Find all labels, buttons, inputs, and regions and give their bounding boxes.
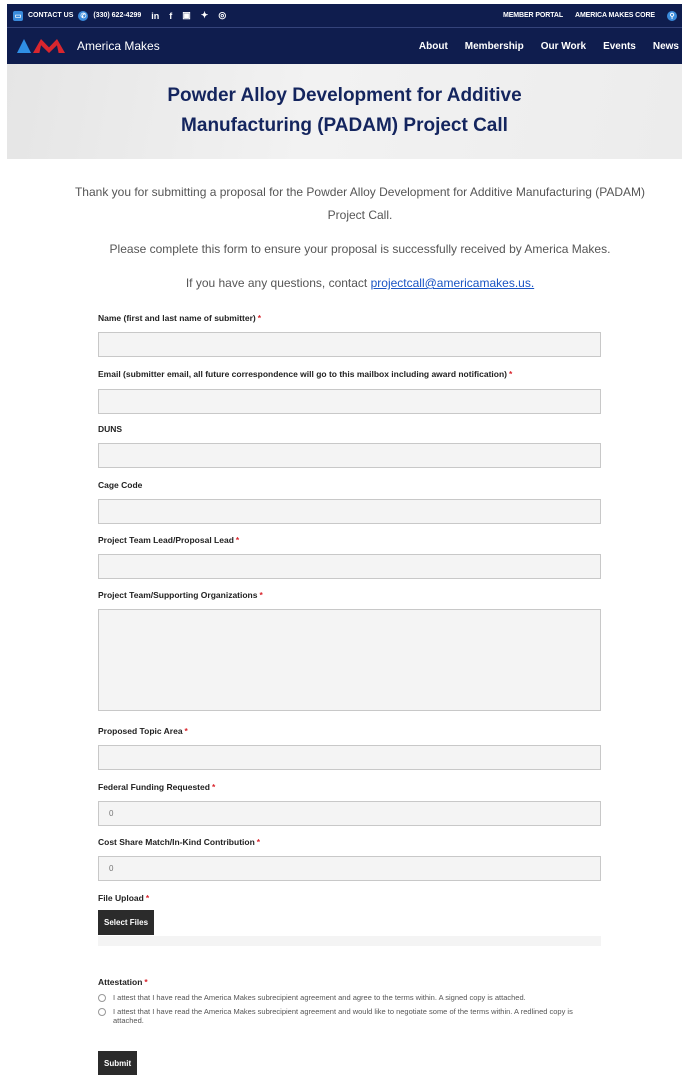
cage-code-field[interactable] [98,499,601,524]
name-field[interactable] [98,332,601,357]
project-lead-field[interactable] [98,554,601,579]
proposal-form: Name (first and last name of submitter) *… [98,312,601,1075]
supporting-orgs-label: Project Team/Supporting Organizations * [98,590,263,600]
email-label: Email (submitter email, all future corre… [98,369,513,379]
select-files-button[interactable]: Select Files [98,910,155,935]
logo[interactable]: America Makes [7,39,160,53]
contact-email-link[interactable]: projectcall@americamakes.us. [371,276,535,290]
intro-contact: If you have any questions, contact proje… [185,276,535,290]
attest-option-agree[interactable]: I attest that I have read the America Ma… [98,993,601,1002]
page-title: Powder Alloy Development for Additive Ma… [167,85,522,136]
main-navigation: America Makes About Membership Our Work … [7,27,682,64]
supporting-orgs-textarea[interactable] [98,609,601,711]
intro-thank-you: Thank you for submitting a proposal for … [74,185,646,222]
utility-bar: ▭ CONTACT US ✆ (330) 622-4299 in f ▣ ✦ ◎… [7,4,682,27]
radio-agree[interactable] [98,994,106,1002]
federal-funding-label: Federal Funding Requested * [98,782,216,792]
nav-membership[interactable]: Membership [465,41,524,52]
nav-about[interactable]: About [419,41,448,52]
intro-instructions: Please complete this form to ensure your… [109,242,611,256]
instagram-icon[interactable]: ◎ [218,10,226,21]
america-makes-logo-icon [17,39,67,53]
federal-funding-field[interactable] [98,801,601,826]
topic-area-field[interactable] [98,745,601,770]
twitter-icon[interactable]: ✦ [201,10,209,21]
name-label: Name (first and last name of submitter) * [98,313,262,323]
duns-field[interactable] [98,443,601,468]
file-upload-label: File Upload * [98,893,150,903]
phone-icon[interactable]: ✆ [78,10,89,21]
upload-progress-bar [98,936,601,946]
page-hero: Powder Alloy Development for Additive Ma… [7,64,682,159]
topic-area-label: Proposed Topic Area * [98,726,188,736]
brand-name: America Makes [77,39,160,53]
nav-events[interactable]: Events [603,41,636,52]
attest-option-negotiate[interactable]: I attest that I have read the America Ma… [98,1007,601,1025]
facebook-icon[interactable]: f [169,11,172,21]
cost-share-label: Cost Share Match/In-Kind Contribution * [98,837,261,847]
cage-code-label: Cage Code [98,480,143,490]
contact-us-link[interactable]: CONTACT US [28,12,73,19]
project-lead-label: Project Team Lead/Proposal Lead * [98,535,240,545]
cost-share-field[interactable] [98,856,601,881]
email-field[interactable] [98,389,601,414]
phone-number[interactable]: (330) 622-4299 [93,12,141,19]
search-icon[interactable]: ⚲ [667,10,677,21]
member-portal-link[interactable]: MEMBER PORTAL [503,12,563,19]
submit-button[interactable]: Submit [98,1051,138,1075]
attestation-label: Attestation * [98,977,148,987]
radio-negotiate[interactable] [98,1008,106,1016]
intro-text: Thank you for submitting a proposal for … [60,181,660,306]
america-makes-core-link[interactable]: AMERICA MAKES CORE [575,12,655,19]
duns-label: DUNS [98,424,123,434]
chat-icon[interactable]: ▭ [13,10,23,21]
youtube-icon[interactable]: ▣ [182,10,191,21]
linkedin-icon[interactable]: in [151,11,159,21]
nav-our-work[interactable]: Our Work [541,41,586,52]
nav-news[interactable]: News [653,41,679,52]
